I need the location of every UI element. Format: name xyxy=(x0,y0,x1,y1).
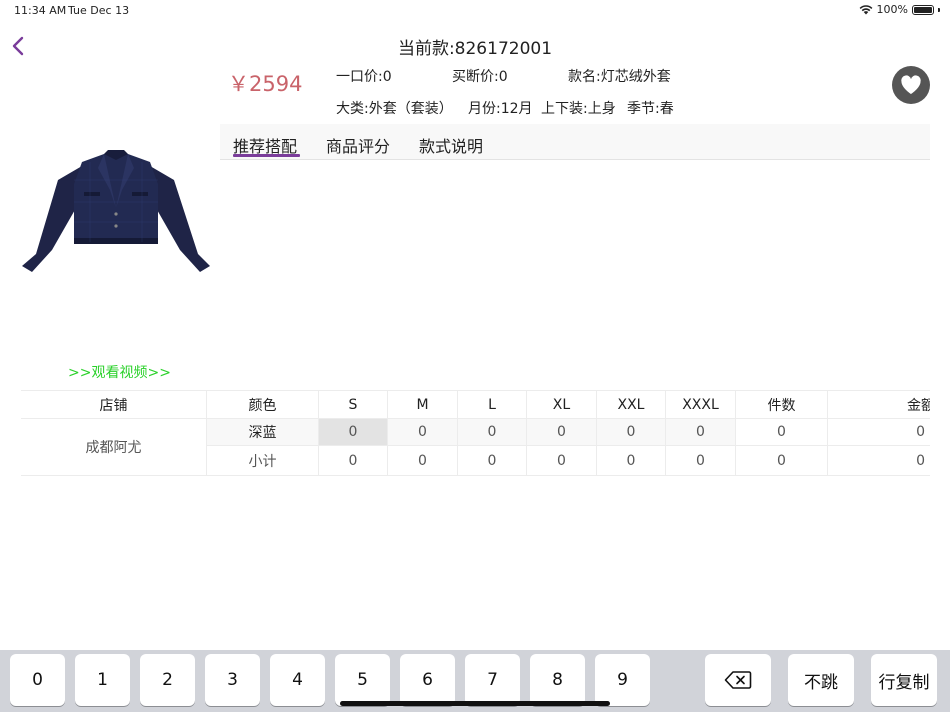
header-size-xxl: XXL xyxy=(596,391,665,418)
qty-cell[interactable]: 0 xyxy=(457,419,526,445)
product-category: 大类:外套（套装） xyxy=(336,101,453,117)
color-cell[interactable]: 深蓝 xyxy=(206,419,318,445)
product-image[interactable] xyxy=(18,150,214,276)
page-title: 当前款:826172001 xyxy=(397,39,553,59)
subtotal-cell: 0 xyxy=(457,446,526,475)
subtotal-cell: 0 xyxy=(665,446,735,475)
yikou-price: 一口价:0 xyxy=(336,69,392,85)
subtotal-amount-cell: 0 xyxy=(827,446,930,475)
battery-tip xyxy=(938,7,940,12)
key-9[interactable]: 9 xyxy=(595,654,650,706)
header-size-m: M xyxy=(387,391,457,418)
battery-percent: 100% xyxy=(876,3,908,16)
header-size-xxxl: XXXL xyxy=(665,391,735,418)
product-season: 季节:春 xyxy=(627,101,674,117)
header-store: 店铺 xyxy=(99,397,128,414)
copy-row-key[interactable]: 行复制 xyxy=(871,654,937,706)
tab-rating[interactable]: 商品评分 xyxy=(326,133,390,157)
store-cell: 成都阿尤 xyxy=(21,419,206,475)
key-0[interactable]: 0 xyxy=(10,654,65,706)
status-date: Tue Dec 13 xyxy=(68,4,130,17)
tab-style-notes[interactable]: 款式说明 xyxy=(419,133,483,157)
subtotal-cell: 0 xyxy=(318,446,387,475)
backspace-icon xyxy=(724,671,752,689)
key-8[interactable]: 8 xyxy=(530,654,585,706)
header-size-s: S xyxy=(318,391,387,418)
key-2[interactable]: 2 xyxy=(140,654,195,706)
video-link[interactable]: >>观看视频>> xyxy=(68,362,171,382)
status-time: 11:34 AM xyxy=(14,4,67,17)
product-name: 款名:灯芯绒外套 xyxy=(568,69,671,85)
tab-active-indicator xyxy=(233,154,300,157)
backspace-key[interactable] xyxy=(705,654,771,706)
product-price: ￥2594 xyxy=(228,72,303,96)
key-5[interactable]: 5 xyxy=(335,654,390,706)
product-position: 上下装:上身 xyxy=(541,101,616,117)
product-month: 月份:12月 xyxy=(468,101,533,117)
qty-cell[interactable]: 0 xyxy=(318,419,387,445)
subtotal-cell: 0 xyxy=(387,446,457,475)
subtotal-cell: 0 xyxy=(526,446,596,475)
favorite-button[interactable] xyxy=(892,66,930,104)
key-3[interactable]: 3 xyxy=(205,654,260,706)
subtotal-quantity-cell: 0 xyxy=(735,446,827,475)
size-grid: 店铺 颜色 S M L XL XXL XXXL 件数 金额 成都阿尤 深蓝 0 … xyxy=(21,390,930,476)
qty-cell[interactable]: 0 xyxy=(526,419,596,445)
qty-cell[interactable]: 0 xyxy=(596,419,665,445)
header-size-l: L xyxy=(457,391,526,418)
header-amount: 金额 xyxy=(827,391,930,418)
home-indicator xyxy=(340,701,610,706)
status-right: 100% xyxy=(859,3,940,16)
key-7[interactable]: 7 xyxy=(465,654,520,706)
header-color: 颜色 xyxy=(206,391,318,418)
no-jump-key[interactable]: 不跳 xyxy=(788,654,854,706)
battery-icon xyxy=(912,4,934,15)
subtotal-label: 小计 xyxy=(206,446,318,475)
key-1[interactable]: 1 xyxy=(75,654,130,706)
status-bar: 11:34 AM Tue Dec 13 100% xyxy=(0,0,950,22)
row-amount-cell: 0 xyxy=(827,419,930,445)
qty-cell[interactable]: 0 xyxy=(387,419,457,445)
tabs-bar: 推荐搭配 商品评分 款式说明 xyxy=(220,124,930,160)
subtotal-cell: 0 xyxy=(596,446,665,475)
key-6[interactable]: 6 xyxy=(400,654,455,706)
heart-icon xyxy=(901,75,921,95)
qty-cell[interactable]: 0 xyxy=(665,419,735,445)
wifi-icon xyxy=(859,5,872,15)
key-4[interactable]: 4 xyxy=(270,654,325,706)
header-quantity: 件数 xyxy=(735,391,827,418)
header-size-xl: XL xyxy=(526,391,596,418)
row-quantity-cell: 0 xyxy=(735,419,827,445)
maiduan-price: 买断价:0 xyxy=(452,69,508,85)
